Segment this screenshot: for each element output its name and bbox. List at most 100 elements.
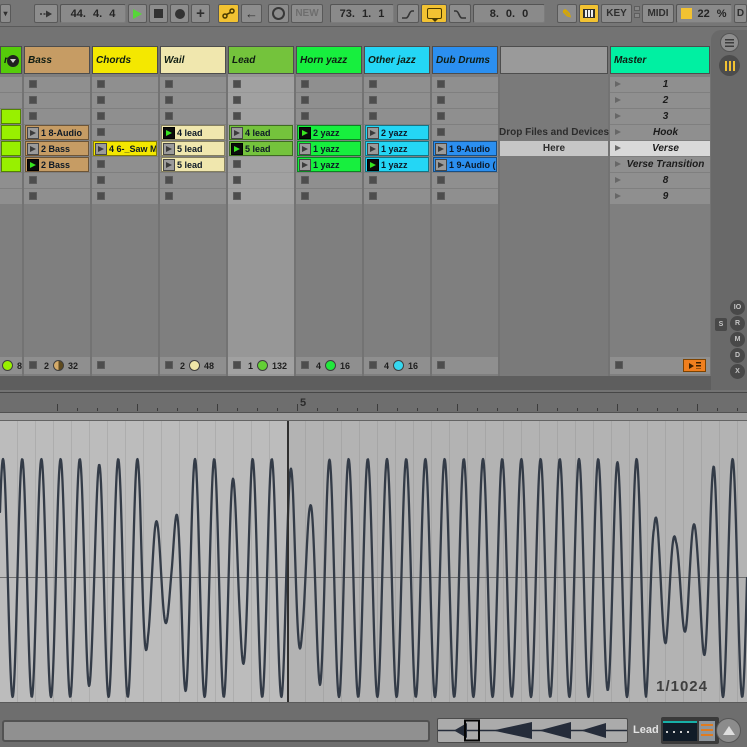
- clip-launch-button[interactable]: [27, 127, 39, 139]
- clip-slot[interactable]: [296, 93, 362, 108]
- clip-slot[interactable]: [92, 93, 158, 108]
- clip[interactable]: 1 yazz: [365, 157, 429, 172]
- clip-slot[interactable]: [0, 109, 22, 124]
- clip[interactable]: 4 lead: [229, 125, 293, 140]
- clip[interactable]: 2 yazz: [365, 125, 429, 140]
- scene-slot[interactable]: 9: [610, 189, 710, 204]
- clip-slot[interactable]: 1 9-Audio: [432, 141, 498, 156]
- clip[interactable]: 5 lead: [161, 141, 225, 156]
- device-thumbnail-sampler[interactable]: [663, 721, 697, 741]
- clip-slot[interactable]: [296, 77, 362, 92]
- clip-launch-button[interactable]: [163, 127, 175, 139]
- clip-launch-button[interactable]: [163, 159, 175, 171]
- track-header[interactable]: Other jazz: [364, 46, 430, 74]
- clip-slot[interactable]: [364, 93, 430, 108]
- master-track-header[interactable]: Master: [610, 46, 710, 74]
- clip[interactable]: 1 8-Audio: [25, 125, 89, 140]
- clip-stop-button[interactable]: [437, 96, 445, 104]
- clip[interactable]: [1, 141, 21, 156]
- clip-stop-button[interactable]: [437, 176, 445, 184]
- clip-stop-button[interactable]: [369, 96, 377, 104]
- scene-launch-icon[interactable]: [615, 145, 621, 151]
- track-header[interactable]: Lead: [228, 46, 294, 74]
- clip[interactable]: 1 yazz: [297, 141, 361, 156]
- clip-stop-button[interactable]: [301, 192, 309, 200]
- clip-slot[interactable]: [92, 77, 158, 92]
- clip-stop-button[interactable]: [301, 80, 309, 88]
- clip-stop-button[interactable]: [233, 176, 241, 184]
- clip-stop-button[interactable]: [29, 176, 37, 184]
- clip-slot[interactable]: [0, 189, 22, 204]
- clip-stop-button[interactable]: [29, 192, 37, 200]
- scene-slot[interactable]: Verse: [610, 141, 710, 156]
- clip[interactable]: [1, 109, 21, 124]
- clip-overview[interactable]: [437, 718, 628, 743]
- clip-stop-button[interactable]: [97, 192, 105, 200]
- track-header[interactable]: Dub Drums: [432, 46, 498, 74]
- clip-slot[interactable]: [160, 173, 226, 188]
- clip-stop-button[interactable]: [369, 361, 377, 369]
- track-header[interactable]: Chords: [92, 46, 158, 74]
- clip-slot[interactable]: 1 yazz: [364, 141, 430, 156]
- clip-slot[interactable]: [228, 93, 294, 108]
- clip-stop-button[interactable]: [97, 128, 105, 136]
- back-to-arrangement-button[interactable]: [683, 359, 706, 372]
- scene-slot[interactable]: Hook: [610, 125, 710, 140]
- clip-slot[interactable]: [24, 189, 90, 204]
- clip-slot[interactable]: [24, 77, 90, 92]
- clip-stop-button[interactable]: [301, 112, 309, 120]
- clip-stop-button[interactable]: [369, 80, 377, 88]
- clip-stop-button[interactable]: [233, 112, 241, 120]
- clip-slot[interactable]: [296, 189, 362, 204]
- clip-slot[interactable]: [432, 93, 498, 108]
- mixer-section-toggle-x[interactable]: X: [730, 364, 745, 379]
- clip-slot[interactable]: [228, 77, 294, 92]
- fold-arrow-icon[interactable]: [7, 55, 19, 67]
- clip-slot[interactable]: [228, 189, 294, 204]
- clip-slot[interactable]: [364, 77, 430, 92]
- clip-slot[interactable]: [160, 109, 226, 124]
- clip-stop-button[interactable]: [301, 96, 309, 104]
- clip-launch-button[interactable]: [299, 143, 311, 155]
- scene-launch-icon[interactable]: [615, 129, 621, 135]
- clip-slot[interactable]: [432, 125, 498, 140]
- clip-slot[interactable]: [296, 109, 362, 124]
- clip-launch-button[interactable]: [367, 159, 379, 171]
- clip-stop-button[interactable]: [165, 176, 173, 184]
- clip[interactable]: 1 9-Audio: [433, 141, 497, 156]
- clip-stop-button[interactable]: [437, 192, 445, 200]
- mixer-section-toggle-d[interactable]: D: [730, 348, 745, 363]
- clip-stop-button[interactable]: [97, 176, 105, 184]
- clip-slot[interactable]: [296, 173, 362, 188]
- clip-stop-button[interactable]: [437, 361, 445, 369]
- clip-stop-button[interactable]: [301, 361, 309, 369]
- clip-stop-button[interactable]: [233, 96, 241, 104]
- clip-slot[interactable]: 4 lead: [228, 125, 294, 140]
- clip-stop-button[interactable]: [165, 80, 173, 88]
- track-header[interactable]: n: [0, 46, 22, 74]
- scene-launch-icon[interactable]: [615, 177, 621, 183]
- mixer-section-toggle-m[interactable]: M: [730, 332, 745, 347]
- clip-slot[interactable]: 1 8-Audio: [24, 125, 90, 140]
- clip-launch-button[interactable]: [299, 127, 311, 139]
- scene-launch-icon[interactable]: [615, 97, 621, 103]
- clip-slot[interactable]: [24, 109, 90, 124]
- clip-slot[interactable]: [160, 93, 226, 108]
- clip-slot[interactable]: [432, 173, 498, 188]
- clip-stop-button[interactable]: [29, 361, 37, 369]
- clip-slot[interactable]: [228, 173, 294, 188]
- clip-stop-button[interactable]: [233, 192, 241, 200]
- mixer-section-toggle-io[interactable]: IO: [730, 300, 745, 315]
- clip-slot[interactable]: [160, 77, 226, 92]
- clip-stop-button[interactable]: [29, 96, 37, 104]
- clip-stop-button[interactable]: [301, 176, 309, 184]
- clip-launch-button[interactable]: [435, 143, 447, 155]
- clip-slot[interactable]: [0, 173, 22, 188]
- clip-stop-button[interactable]: [233, 160, 241, 168]
- clip-slot[interactable]: [364, 109, 430, 124]
- scene-slot[interactable]: 2: [610, 93, 710, 108]
- clip-stop-button[interactable]: [233, 361, 241, 369]
- clip-stop-button[interactable]: [233, 80, 241, 88]
- scrub-area[interactable]: [0, 413, 747, 421]
- clip-slot[interactable]: [92, 125, 158, 140]
